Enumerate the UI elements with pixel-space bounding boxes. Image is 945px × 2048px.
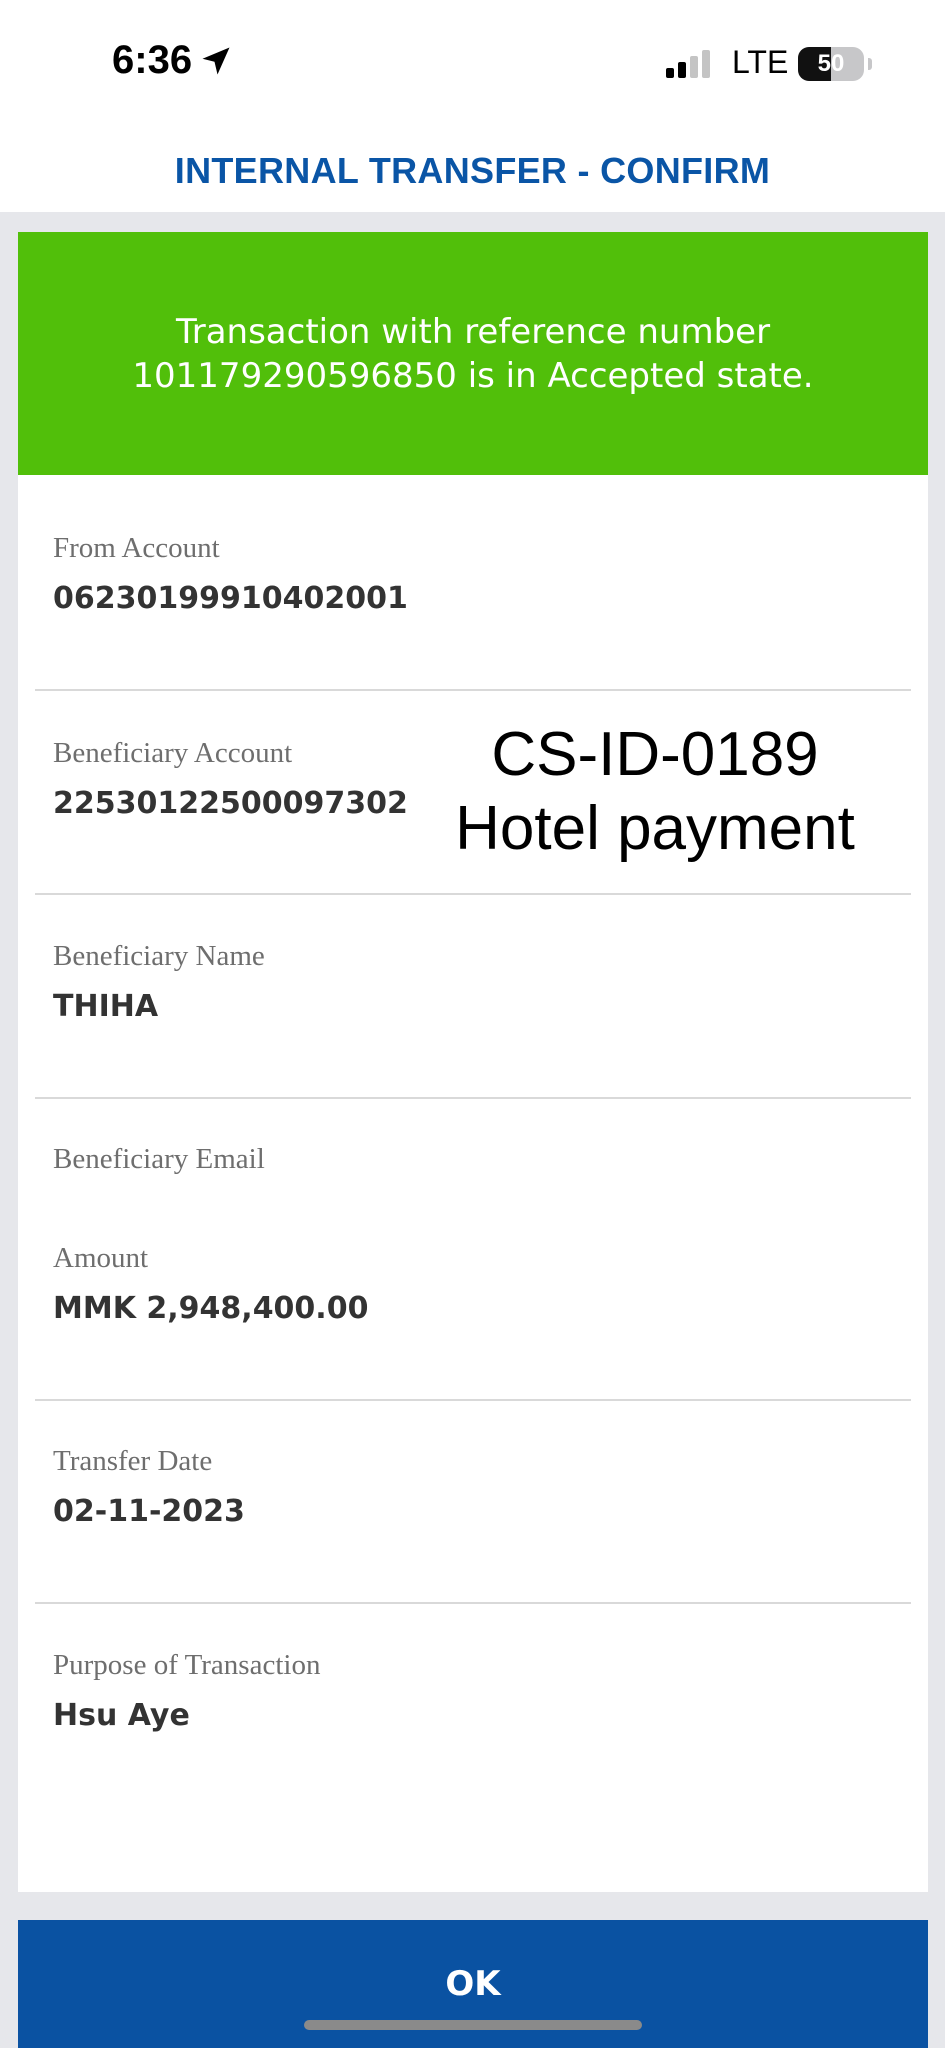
beneficiary-email-label: Beneficiary Email	[53, 1143, 265, 1175]
annotation-overlay: CS-ID-0189 Hotel payment	[420, 718, 890, 866]
transfer-date-label: Transfer Date	[53, 1445, 213, 1477]
status-bar: 6:36 LTE 50	[0, 0, 945, 130]
status-banner: Transaction with reference number 101179…	[18, 232, 928, 475]
purpose-label: Purpose of Transaction	[53, 1649, 321, 1681]
divider	[35, 689, 911, 691]
transfer-date-value: 02-11-2023	[53, 1494, 245, 1529]
divider	[35, 1097, 911, 1099]
divider	[35, 893, 911, 895]
battery-percent: 50	[817, 50, 845, 77]
battery-cap	[868, 58, 872, 70]
beneficiary-name-value: THIHA	[53, 989, 159, 1024]
beneficiary-name-label: Beneficiary Name	[53, 940, 265, 972]
location-arrow-icon	[202, 47, 230, 74]
annotation-note: Hotel payment	[455, 794, 855, 863]
status-message: Transaction with reference number 101179…	[132, 311, 814, 396]
purpose-value: Hsu Aye	[53, 1698, 190, 1733]
status-time-text: 6:36	[112, 38, 193, 82]
network-type: LTE	[732, 44, 789, 80]
field-amount: Amount MMK 2,948,400.00	[53, 1242, 368, 1326]
page-header: INTERNAL TRANSFER - CONFIRM	[0, 130, 945, 212]
signal-bars-icon	[666, 50, 710, 78]
divider	[35, 1399, 911, 1401]
field-beneficiary-name: Beneficiary Name THIHA	[53, 940, 265, 1024]
page-title: INTERNAL TRANSFER - CONFIRM	[174, 150, 771, 191]
annotation-id: CS-ID-0189	[491, 720, 819, 789]
field-beneficiary-account: Beneficiary Account 22530122500097302	[53, 737, 408, 821]
home-indicator	[304, 2020, 642, 2030]
field-transfer-date: Transfer Date 02-11-2023	[53, 1445, 245, 1529]
field-purpose: Purpose of Transaction Hsu Aye	[53, 1649, 320, 1733]
confirmation-card: Transaction with reference number 101179…	[18, 232, 928, 1892]
field-from-account: From Account 06230199910402001	[53, 532, 408, 616]
amount-value: MMK 2,948,400.00	[53, 1291, 369, 1326]
beneficiary-account-value: 22530122500097302	[53, 786, 408, 821]
from-account-value: 06230199910402001	[53, 581, 408, 616]
beneficiary-account-label: Beneficiary Account	[53, 737, 293, 769]
divider	[35, 1602, 911, 1604]
status-time: 6:36	[112, 38, 234, 83]
amount-label: Amount	[53, 1242, 149, 1274]
battery-icon: 50	[798, 47, 864, 81]
field-beneficiary-email: Beneficiary Email	[53, 1143, 265, 1192]
from-account-label: From Account	[53, 532, 220, 564]
